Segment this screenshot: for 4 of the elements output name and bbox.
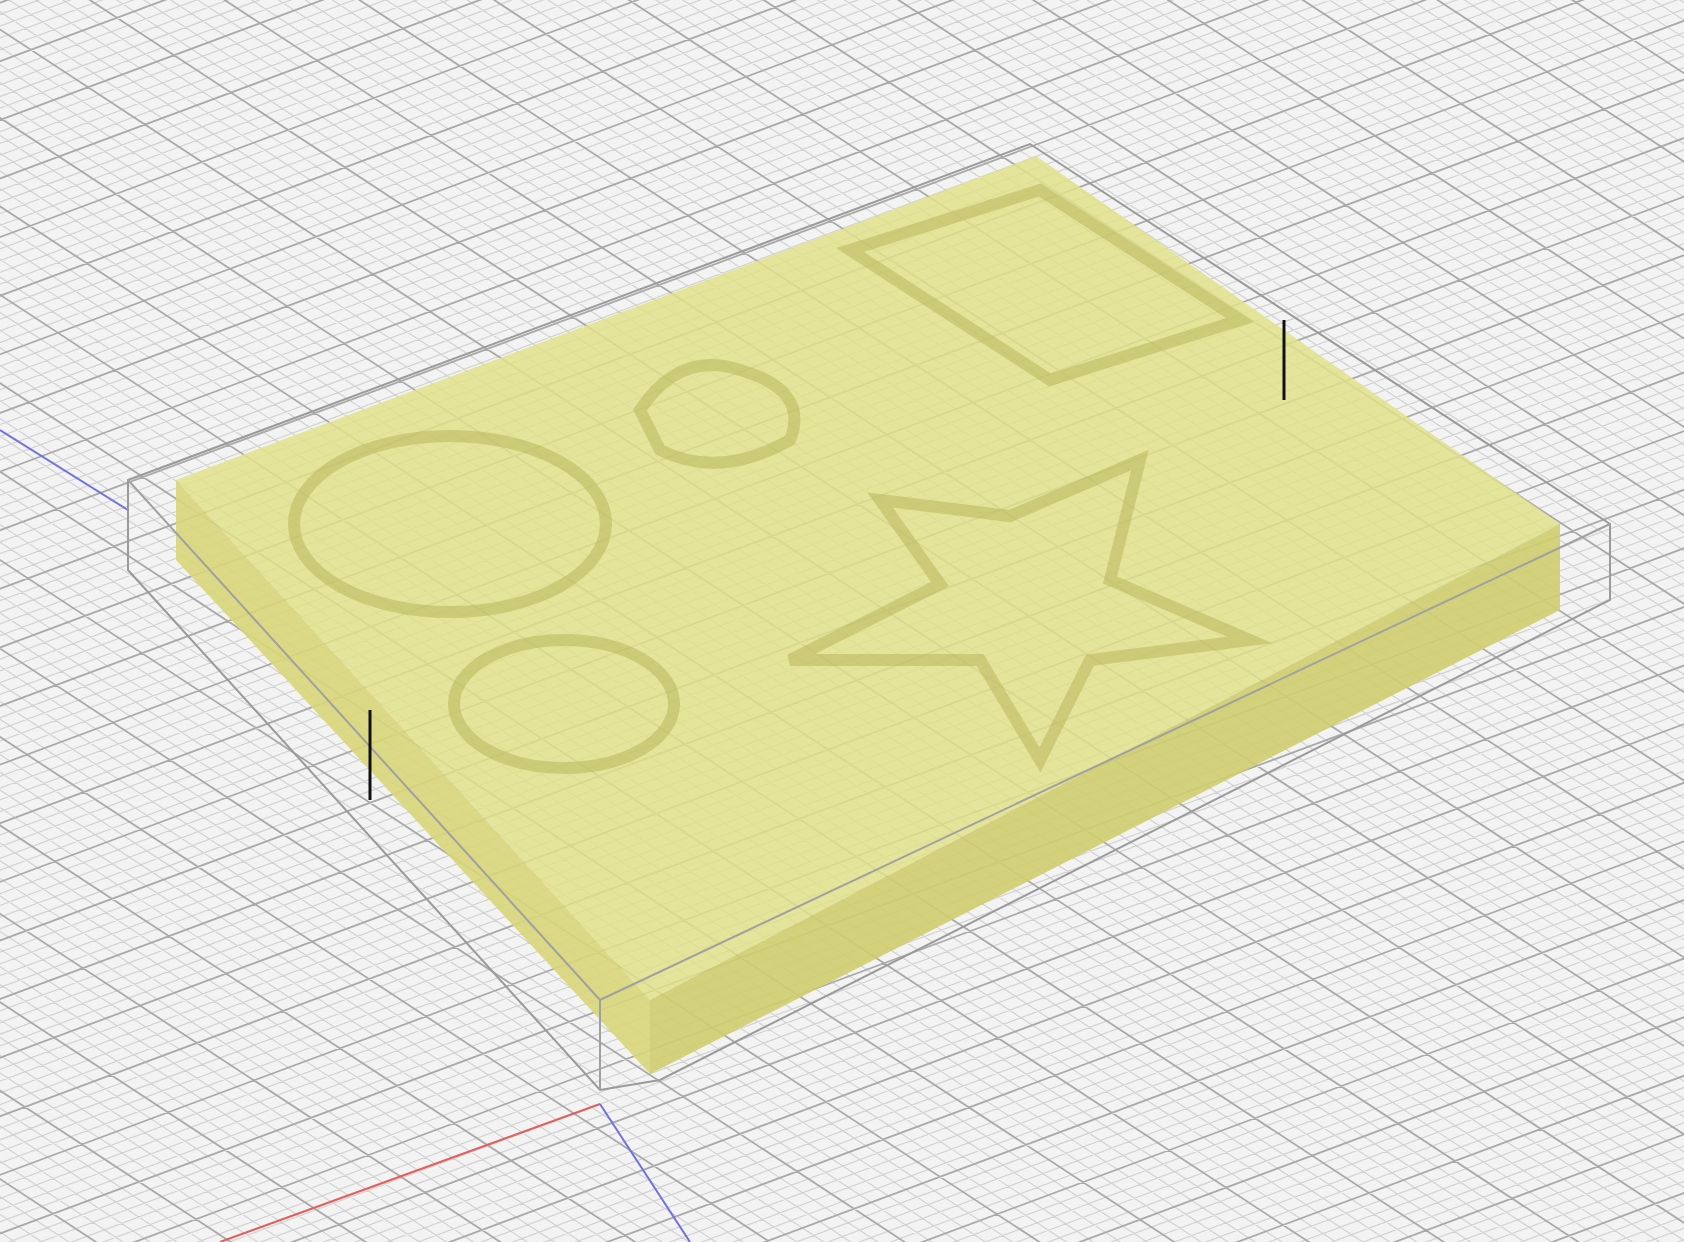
y-axis-line bbox=[599, 1103, 691, 1242]
marker-line bbox=[1282, 320, 1286, 400]
z-axis-line bbox=[0, 429, 129, 511]
marker-line bbox=[368, 710, 372, 800]
